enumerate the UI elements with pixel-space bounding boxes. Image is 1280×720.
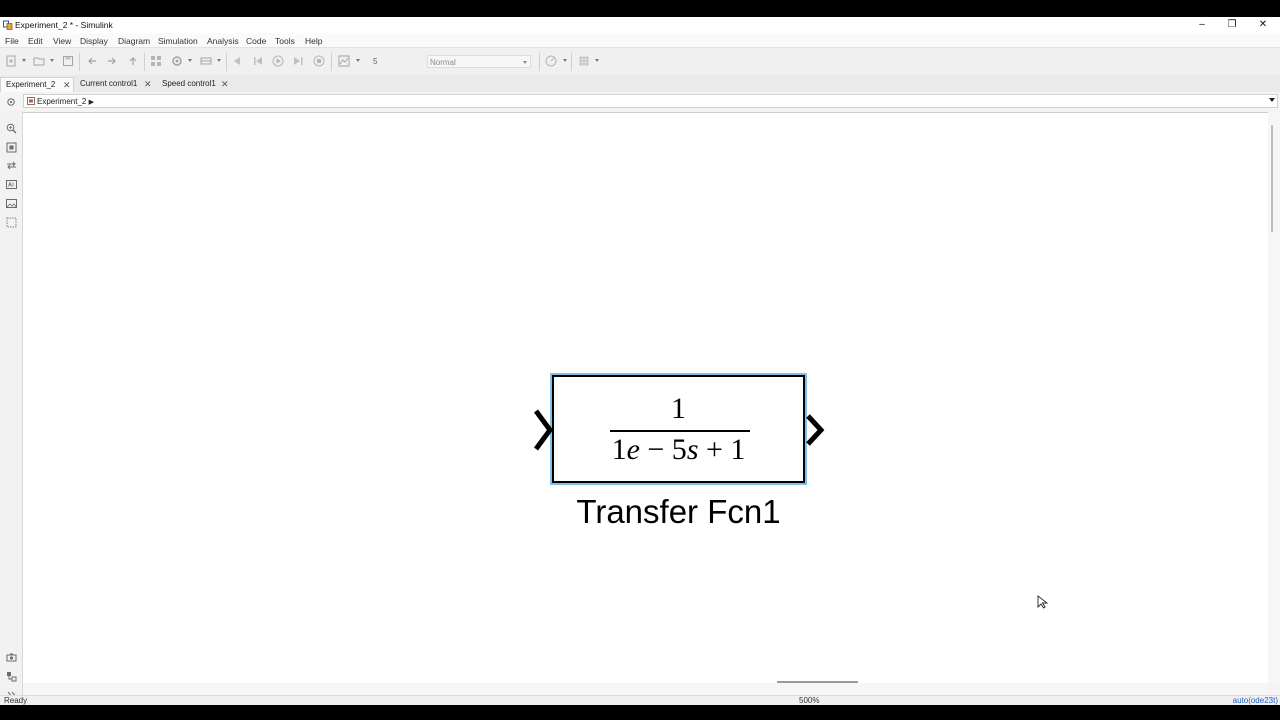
save-icon[interactable]: [62, 55, 74, 67]
run-icon[interactable]: [272, 55, 284, 67]
up-arrow-icon[interactable]: [127, 55, 139, 67]
stop-icon[interactable]: [313, 55, 325, 67]
menu-file[interactable]: File: [5, 36, 19, 46]
rewind-icon[interactable]: [252, 55, 264, 67]
fit-to-view-icon[interactable]: [6, 142, 17, 153]
forward-arrow-icon[interactable]: [106, 55, 118, 67]
toolbar-separator: [144, 53, 145, 71]
toolbar-separator: [79, 53, 80, 71]
model-tab-bar: Experiment_2 ✕ Current control1 ✕ Speed …: [0, 75, 1280, 92]
horizontal-scrollbar[interactable]: [23, 683, 1268, 695]
mouse-pointer-icon: [1037, 595, 1048, 609]
restore-button[interactable]: ❐: [1217, 17, 1247, 33]
transfer-fcn-block[interactable]: 1 1e − 5s + 1: [552, 375, 805, 483]
title-bar: Experiment_2 * - Simulink – ❐ ✕: [0, 17, 1280, 33]
tab-label: Experiment_2: [6, 80, 56, 89]
minimize-button[interactable]: –: [1187, 17, 1217, 33]
step-back-icon[interactable]: [231, 55, 243, 67]
model-browser-icon[interactable]: [6, 671, 17, 682]
chevron-down-icon[interactable]: [188, 59, 192, 62]
input-port-icon[interactable]: [533, 408, 553, 452]
image-icon[interactable]: [6, 198, 17, 209]
output-port-icon[interactable]: [806, 408, 826, 452]
toolbar-separator: [571, 53, 572, 71]
model-settings-icon[interactable]: [171, 55, 183, 67]
simulink-window: Experiment_2 * - Simulink – ❐ ✕ File Edi…: [0, 17, 1280, 705]
zoom-level[interactable]: 500%: [799, 696, 819, 705]
menu-display[interactable]: Display: [80, 36, 108, 46]
breadcrumb[interactable]: Experiment_2 ▶: [23, 94, 1278, 108]
window-title: Experiment_2 * - Simulink: [15, 20, 113, 30]
close-tab-icon[interactable]: ✕: [144, 77, 152, 91]
close-tab-icon[interactable]: ✕: [63, 78, 71, 92]
menu-simulation[interactable]: Simulation: [158, 36, 198, 46]
close-window-button[interactable]: ✕: [1248, 17, 1278, 33]
simulation-mode-value: Normal: [430, 58, 456, 67]
step-forward-icon[interactable]: [292, 55, 304, 67]
tab-experiment-2[interactable]: Experiment_2 ✕: [0, 77, 74, 92]
chevron-down-icon[interactable]: [22, 59, 26, 62]
close-tab-icon[interactable]: ✕: [221, 77, 229, 91]
tab-speed-control1[interactable]: Speed control1 ✕: [157, 77, 237, 92]
screenshot-camera-icon[interactable]: [6, 652, 17, 663]
chevron-down-icon[interactable]: [50, 59, 54, 62]
menu-edit[interactable]: Edit: [28, 36, 43, 46]
toolbar-separator: [331, 53, 332, 71]
tool-palette: [0, 111, 23, 700]
chevron-down-icon[interactable]: [595, 59, 599, 62]
arrow-direction-icon[interactable]: [6, 160, 17, 171]
address-dropdown-icon[interactable]: [1269, 98, 1275, 102]
chevron-down-icon: [523, 61, 527, 64]
data-inspector-icon[interactable]: [338, 55, 350, 67]
vertical-scroll-thumb[interactable]: [1271, 125, 1273, 232]
tab-label: Current control1: [80, 79, 138, 88]
zoom-icon[interactable]: [6, 123, 17, 134]
simulation-mode-select[interactable]: Normal: [427, 55, 531, 68]
new-model-icon[interactable]: [5, 55, 17, 67]
menu-tools[interactable]: Tools: [275, 36, 295, 46]
block-grid-icon[interactable]: [200, 55, 212, 67]
open-folder-icon[interactable]: [33, 55, 45, 67]
block-name-label[interactable]: Transfer Fcn1: [552, 493, 805, 531]
toolbar: 5 Normal: [0, 47, 1280, 77]
chevron-down-icon[interactable]: [563, 59, 567, 62]
chevron-down-icon[interactable]: [356, 59, 360, 62]
tf-fraction-bar: [610, 430, 750, 432]
simulink-app-icon: [3, 20, 13, 30]
tf-numerator: 1: [671, 392, 686, 425]
annotation-icon[interactable]: [6, 179, 17, 190]
model-icon: [27, 97, 35, 105]
back-arrow-icon[interactable]: [86, 55, 98, 67]
breadcrumb-arrow-icon: ▶: [88, 99, 94, 106]
horizontal-scroll-thumb[interactable]: [777, 681, 858, 683]
tab-current-control1[interactable]: Current control1 ✕: [75, 77, 157, 92]
performance-advisor-icon[interactable]: [545, 55, 557, 67]
toolbar-separator: [226, 53, 227, 71]
stop-time-field[interactable]: 5: [370, 55, 421, 68]
solver-link[interactable]: auto(ode23t): [1233, 696, 1278, 705]
breadcrumb-model[interactable]: Experiment_2 ▶: [37, 96, 94, 108]
toolbar-separator: [539, 53, 540, 71]
area-icon[interactable]: [6, 217, 17, 228]
menu-help[interactable]: Help: [305, 36, 322, 46]
menu-analysis[interactable]: Analysis: [207, 36, 239, 46]
chevron-down-icon[interactable]: [217, 59, 221, 62]
address-bar: Experiment_2 ▶: [0, 92, 1280, 111]
status-text: Ready: [4, 696, 28, 705]
build-grid-icon[interactable]: [578, 55, 590, 67]
vertical-scrollbar[interactable]: [1268, 112, 1280, 683]
menu-diagram[interactable]: Diagram: [118, 36, 150, 46]
library-browser-icon[interactable]: [150, 55, 162, 67]
menu-view[interactable]: View: [53, 36, 71, 46]
hide-browser-icon[interactable]: [7, 98, 15, 106]
menu-code[interactable]: Code: [246, 36, 266, 46]
tab-label: Speed control1: [162, 79, 216, 88]
tf-denominator: 1e − 5s + 1: [611, 433, 746, 466]
menu-bar: File Edit View Display Diagram Simulatio…: [0, 33, 1280, 47]
status-bar: Ready 500% auto(ode23t): [0, 695, 1280, 705]
